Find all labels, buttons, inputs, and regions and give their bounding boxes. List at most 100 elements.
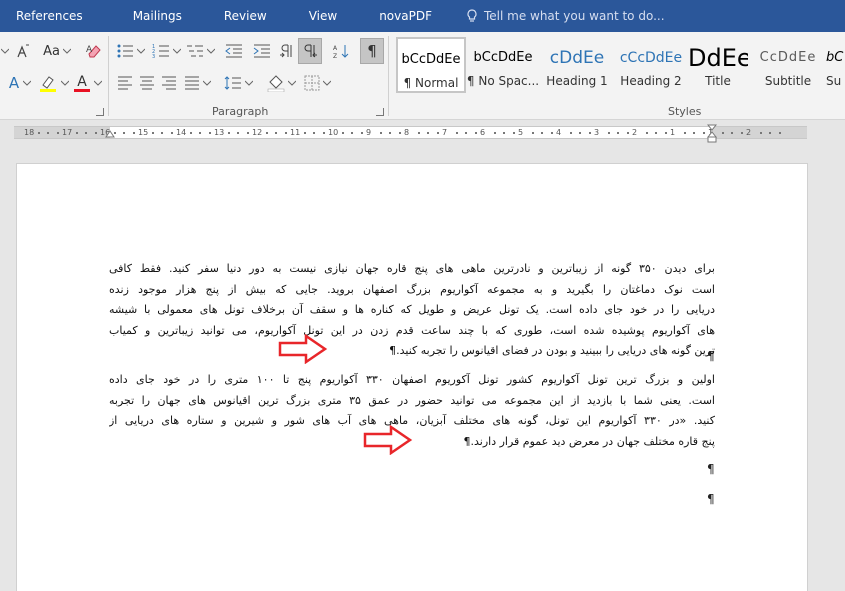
ruler-number: 13 [214, 128, 225, 137]
multilevel-list-icon [186, 45, 203, 57]
shrink-font-icon[interactable] [16, 40, 30, 62]
text-line: است نوک دماغتان را بگیرید و به مجموعه آک… [109, 282, 715, 296]
ltr-direction-button[interactable] [276, 40, 298, 62]
tab-novapdf[interactable]: novaPDF [365, 9, 432, 23]
highlight-color-button[interactable] [38, 72, 70, 94]
horizontal-ruler[interactable]: 18 17 16 15 14 13 12 11 10 9 8 7 6 5 4 3 2 1 1 2 [14, 126, 807, 139]
ruler-tick [731, 132, 733, 134]
paragraph-dialog-launcher[interactable] [376, 108, 384, 116]
chevron-down-icon [94, 80, 102, 86]
ruler-tick [493, 132, 496, 134]
ruler-tick [512, 132, 515, 134]
ruler-tick [227, 132, 230, 134]
multilevel-list-button[interactable] [184, 40, 216, 62]
style-label: Subtitle [764, 74, 812, 88]
ruler-tick [189, 132, 192, 134]
style-title[interactable]: DdEe Title [688, 37, 748, 93]
bullets-icon [117, 44, 133, 58]
style-no-spacing[interactable]: bCcDdEe ¶ No Spac... [466, 37, 540, 93]
show-hide-marks-button[interactable]: ¶ [360, 38, 384, 64]
style-preview: bCcDdEe [473, 50, 533, 65]
ruler-tick [569, 132, 572, 134]
style-subtle-emphasis[interactable]: bC Su [826, 37, 845, 93]
style-heading-1[interactable]: cDdEe Heading 1 [540, 37, 614, 93]
ruler-tick [313, 132, 315, 134]
ruler-area: 18 17 16 15 14 13 12 11 10 9 8 7 6 5 4 3 2 1 1 2 [0, 121, 845, 147]
tab-review[interactable]: Review [210, 9, 267, 23]
highlighter-icon [40, 76, 56, 92]
align-right-button[interactable] [158, 72, 180, 94]
paragraph-1[interactable]: برای دیدن ۳۵۰ گونه از زیباترین و نادرتری… [109, 259, 715, 362]
ruler-tick [199, 132, 201, 134]
text-line: ترین گونه های دریایی را ببینید و بودن در… [389, 344, 715, 357]
align-left-button[interactable] [114, 72, 136, 94]
change-case-button[interactable]: Aa [42, 40, 72, 62]
style-label: ¶ No Spac... [466, 74, 540, 88]
decrease-indent-button[interactable] [222, 40, 246, 62]
tab-mailings[interactable]: Mailings [119, 9, 182, 23]
ruler-tick [759, 132, 762, 134]
ruler-tick [465, 132, 467, 134]
ruler-tick [284, 132, 287, 134]
align-center-button[interactable] [136, 72, 158, 94]
decrease-indent-icon [225, 44, 242, 58]
style-subtitle[interactable]: CcDdEe Subtitle [752, 37, 824, 93]
style-label: Su [826, 74, 842, 88]
ruler-tick [531, 132, 534, 134]
ruler-tick [588, 132, 591, 134]
font-dialog-launcher[interactable] [96, 108, 104, 116]
ruler-tick [37, 132, 40, 134]
increase-indent-button[interactable] [250, 40, 274, 62]
justify-button[interactable] [180, 72, 214, 94]
sort-button[interactable]: AZ [330, 40, 354, 62]
chevron-down-icon [287, 80, 296, 86]
empty-paragraph-mark: ¶ [707, 492, 715, 506]
style-normal[interactable]: bCcDdEe ¶ Normal [396, 37, 466, 93]
ribbon-tab-bar: References Mailings Review View novaPDF … [0, 0, 845, 32]
font-size-dropdown-edge[interactable] [0, 41, 10, 61]
tab-references[interactable]: References [0, 9, 83, 23]
font-color-button[interactable]: A [72, 72, 104, 94]
justify-icon [184, 76, 199, 90]
chevron-down-icon [23, 80, 32, 86]
ruler-tick [626, 132, 629, 134]
ruler-tick [769, 132, 771, 134]
rtl-paragraph-icon [304, 44, 317, 58]
ruler-number: 11 [290, 128, 301, 137]
pilcrow-icon: ¶ [367, 42, 377, 60]
chevron-down-icon [136, 48, 145, 54]
ruler-tick [389, 132, 391, 134]
tell-me-box[interactable]: Tell me what you want to do... [466, 9, 665, 23]
numbering-button[interactable]: 123 [150, 40, 182, 62]
bullets-button[interactable] [114, 40, 146, 62]
red-arrow-icon [363, 425, 413, 455]
ruler-tick [417, 132, 420, 134]
chevron-down-icon [202, 80, 211, 86]
increase-indent-icon [253, 44, 270, 58]
right-indent-marker[interactable] [105, 125, 115, 139]
document-page[interactable]: برای دیدن ۳۵۰ گونه از زیباترین و نادرتری… [16, 163, 808, 591]
ruler-tick [664, 132, 667, 134]
group-separator [108, 36, 109, 116]
style-heading-2[interactable]: cCcDdEe Heading 2 [614, 37, 688, 93]
text-effects-button[interactable]: A [4, 72, 36, 94]
ruler-number: 2 [746, 128, 752, 137]
styles-group-label: Styles [668, 105, 702, 118]
style-label: Title [705, 74, 731, 88]
ruler-number: 7 [442, 128, 448, 137]
clear-formatting-button[interactable]: A [84, 40, 104, 62]
chevron-down-icon [322, 80, 331, 86]
ruler-number: 15 [138, 128, 149, 137]
font-color-icon: A [74, 75, 90, 92]
ruler-number: 6 [480, 128, 486, 137]
borders-button[interactable] [300, 72, 334, 94]
tab-view[interactable]: View [295, 9, 337, 23]
shading-button[interactable] [264, 72, 298, 94]
ruler-number: 12 [252, 128, 263, 137]
line-spacing-button[interactable] [222, 72, 254, 94]
ruler-tick [132, 132, 135, 134]
rtl-direction-button[interactable] [298, 38, 322, 64]
first-line-indent-marker[interactable] [707, 124, 717, 144]
ruler-tick [208, 132, 211, 134]
ruler-number: 17 [62, 128, 73, 137]
